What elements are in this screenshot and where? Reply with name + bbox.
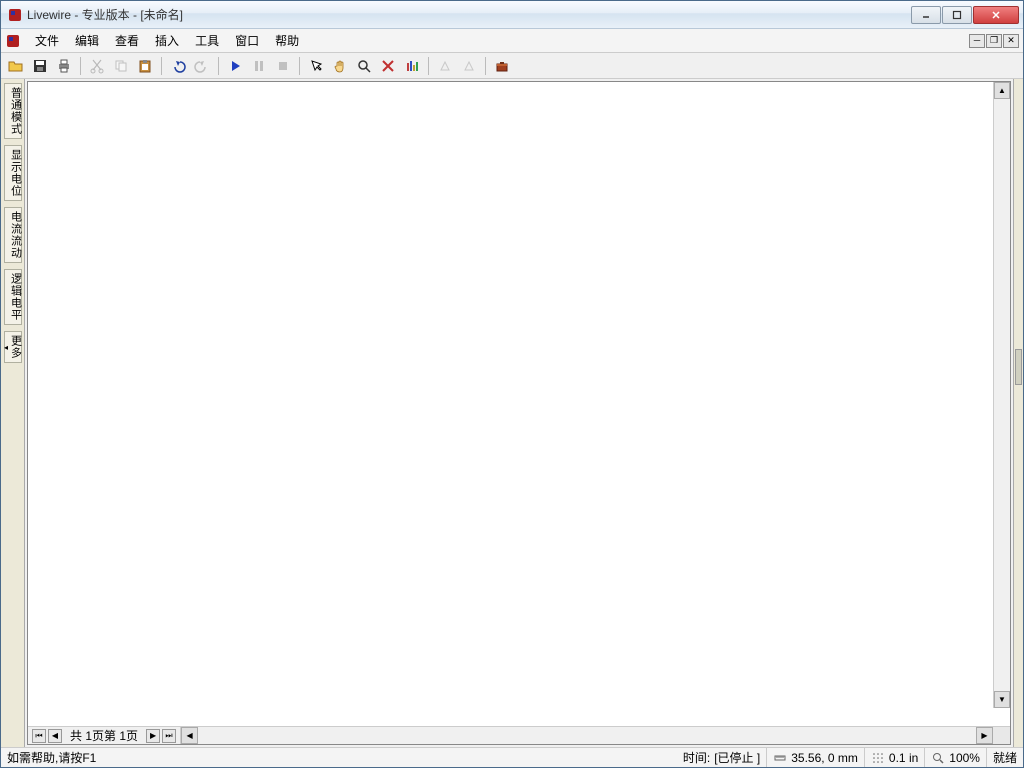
scroll-left-button[interactable]: ◀ bbox=[181, 727, 198, 744]
minimize-button[interactable] bbox=[911, 6, 941, 24]
status-time: 时间: [已停止 ] bbox=[677, 748, 767, 767]
title-bar: Livewire - 专业版本 - [未命名] bbox=[1, 1, 1023, 29]
rotate-right-button[interactable] bbox=[458, 55, 480, 77]
panel-handle[interactable] bbox=[1015, 349, 1022, 385]
page-navigator: ⏮ ◀ 共 1页第 1页 ▶ ⏭ bbox=[28, 727, 180, 744]
chevron-left-icon: ◂ bbox=[2, 337, 10, 359]
canvas[interactable]: ▲ ▼ bbox=[28, 82, 1010, 726]
menu-help[interactable]: 帮助 bbox=[267, 29, 307, 52]
tab-normal-mode[interactable]: 普通模式 bbox=[4, 83, 22, 139]
mdi-controls: － ❐ ✕ bbox=[969, 34, 1019, 48]
side-panel: 普通模式 显示电位 电流流动 逻辑电平 更多◂ bbox=[1, 79, 25, 747]
mdi-minimize-button[interactable]: － bbox=[969, 34, 985, 48]
cut-button[interactable] bbox=[86, 55, 108, 77]
window-title: Livewire - 专业版本 - [未命名] bbox=[27, 6, 910, 23]
menu-app-icon bbox=[5, 33, 21, 49]
status-grid: 0.1 in bbox=[865, 748, 925, 767]
open-button[interactable] bbox=[5, 55, 27, 77]
app-window: Livewire - 专业版本 - [未命名] 文件 编辑 查看 插入 工具 窗… bbox=[0, 0, 1024, 768]
status-help-hint: 如需帮助,请按F1 bbox=[1, 748, 677, 767]
vertical-scrollbar[interactable]: ▲ ▼ bbox=[993, 82, 1010, 708]
close-button[interactable] bbox=[973, 6, 1019, 24]
scroll-down-button[interactable]: ▼ bbox=[994, 691, 1010, 708]
gallery-button[interactable] bbox=[401, 55, 423, 77]
pointer-button[interactable] bbox=[305, 55, 327, 77]
menu-file[interactable]: 文件 bbox=[27, 29, 67, 52]
toolbox-button[interactable] bbox=[491, 55, 513, 77]
menu-window[interactable]: 窗口 bbox=[227, 29, 267, 52]
toolbar bbox=[1, 53, 1023, 79]
horizontal-scrollbar[interactable]: ◀ ▶ bbox=[180, 727, 993, 744]
page-label: 共 1页第 1页 bbox=[64, 727, 144, 744]
status-coords-value: 35.56, 0 mm bbox=[791, 751, 858, 765]
tab-more[interactable]: 更多◂ bbox=[4, 331, 22, 363]
status-time-label: 时间: bbox=[683, 749, 710, 766]
window-controls bbox=[910, 6, 1019, 24]
undo-button[interactable] bbox=[167, 55, 189, 77]
ruler-icon bbox=[773, 751, 787, 765]
stop-button[interactable] bbox=[272, 55, 294, 77]
prev-page-button[interactable]: ◀ bbox=[48, 729, 62, 743]
run-button[interactable] bbox=[224, 55, 246, 77]
paste-button[interactable] bbox=[134, 55, 156, 77]
mdi-close-button[interactable]: ✕ bbox=[1003, 34, 1019, 48]
rotate-left-button[interactable] bbox=[434, 55, 456, 77]
last-page-button[interactable]: ⏭ bbox=[162, 729, 176, 743]
hand-button[interactable] bbox=[329, 55, 351, 77]
bottom-scroll-row: ⏮ ◀ 共 1页第 1页 ▶ ⏭ ◀ ▶ bbox=[28, 726, 1010, 744]
copy-button[interactable] bbox=[110, 55, 132, 77]
tab-current-flow[interactable]: 电流流动 bbox=[4, 207, 22, 263]
app-icon bbox=[7, 7, 23, 23]
menu-view[interactable]: 查看 bbox=[107, 29, 147, 52]
maximize-button[interactable] bbox=[942, 6, 972, 24]
zoom-button[interactable] bbox=[353, 55, 375, 77]
status-bar: 如需帮助,请按F1 时间: [已停止 ] 35.56, 0 mm 0.1 in … bbox=[1, 747, 1023, 767]
save-button[interactable] bbox=[29, 55, 51, 77]
grid-icon bbox=[871, 751, 885, 765]
status-ready: 就绪 bbox=[987, 748, 1023, 767]
tab-more-label: 更多 bbox=[10, 335, 22, 359]
status-coords: 35.56, 0 mm bbox=[767, 748, 865, 767]
status-zoom: 100% bbox=[925, 748, 987, 767]
scroll-right-button[interactable]: ▶ bbox=[976, 727, 993, 744]
status-time-value: [已停止 ] bbox=[714, 749, 760, 766]
menu-edit[interactable]: 编辑 bbox=[67, 29, 107, 52]
workspace: 普通模式 显示电位 电流流动 逻辑电平 更多◂ ▲ ▼ ⏮ ◀ 共 1页第 1页… bbox=[1, 79, 1023, 747]
redo-button[interactable] bbox=[191, 55, 213, 77]
scroll-up-button[interactable]: ▲ bbox=[994, 82, 1010, 99]
pause-button[interactable] bbox=[248, 55, 270, 77]
print-button[interactable] bbox=[53, 55, 75, 77]
right-panel-strip bbox=[1013, 79, 1023, 747]
zoom-icon bbox=[931, 751, 945, 765]
menu-tools[interactable]: 工具 bbox=[187, 29, 227, 52]
status-zoom-value: 100% bbox=[949, 751, 980, 765]
tab-logic-level[interactable]: 逻辑电平 bbox=[4, 269, 22, 325]
next-page-button[interactable]: ▶ bbox=[146, 729, 160, 743]
mdi-restore-button[interactable]: ❐ bbox=[986, 34, 1002, 48]
document-area: ▲ ▼ ⏮ ◀ 共 1页第 1页 ▶ ⏭ ◀ ▶ bbox=[27, 81, 1011, 745]
scroll-corner bbox=[993, 727, 1010, 744]
menu-bar: 文件 编辑 查看 插入 工具 窗口 帮助 － ❐ ✕ bbox=[1, 29, 1023, 53]
delete-button[interactable] bbox=[377, 55, 399, 77]
first-page-button[interactable]: ⏮ bbox=[32, 729, 46, 743]
menu-insert[interactable]: 插入 bbox=[147, 29, 187, 52]
tab-show-potential[interactable]: 显示电位 bbox=[4, 145, 22, 201]
status-grid-value: 0.1 in bbox=[889, 751, 918, 765]
